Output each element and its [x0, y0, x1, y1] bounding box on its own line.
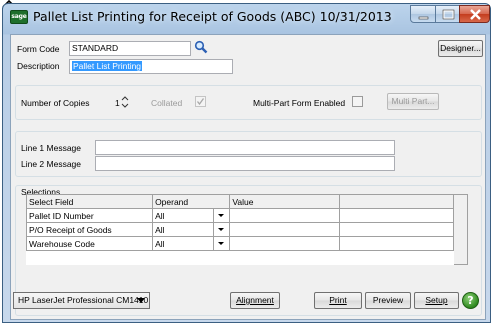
help-icon[interactable]: ?: [462, 292, 479, 309]
multipart-form-checkbox[interactable]: [352, 96, 363, 107]
window-title: Pallet List Printing for Receipt of Good…: [33, 9, 392, 24]
multi-part-button[interactable]: Multi Part...: [387, 93, 439, 110]
printer-select-value: HP LaserJet Professional CM1410 Seri: [18, 295, 149, 305]
empty-cell: [26, 250, 153, 265]
sage-app-icon: sage: [10, 10, 28, 24]
empty-cell: [229, 250, 340, 265]
select-field-cell: Warehouse Code: [25, 236, 154, 251]
designer-button[interactable]: Designer...: [438, 40, 483, 57]
print-button-label: Print: [329, 295, 347, 305]
line2-message-label: Line 2 Message: [21, 159, 82, 169]
copies-spinner-icon[interactable]: [121, 95, 129, 109]
alignment-button-label: Alignment: [236, 295, 274, 305]
close-icon: [470, 9, 481, 20]
operand-dropdown[interactable]: [213, 222, 231, 237]
multipart-form-enabled-label: Multi-Part Form Enabled: [253, 98, 346, 108]
line1-message-label: Line 1 Message: [21, 143, 82, 153]
line1-message-input[interactable]: [95, 140, 395, 155]
minimize-icon: [418, 16, 429, 20]
filler-cell: [339, 208, 454, 223]
filler-cell: [339, 236, 454, 251]
value-cell[interactable]: [229, 236, 341, 251]
table-row[interactable]: Warehouse Code All: [25, 236, 454, 251]
empty-cell: [213, 250, 230, 265]
title-bar[interactable]: sage Pallet List Printing for Receipt of…: [3, 4, 490, 34]
empty-cell: [152, 250, 214, 265]
value-cell[interactable]: [229, 222, 341, 237]
designer-button-label: Designer...: [440, 43, 481, 53]
grid-header-row: Select Field Operand Value: [25, 194, 454, 209]
select-field-cell: Pallet ID Number: [25, 208, 154, 223]
minimize-button[interactable]: [410, 5, 436, 23]
operand-cell[interactable]: All: [152, 236, 215, 251]
form-code-field[interactable]: STANDARD: [69, 41, 191, 56]
operand-dropdown[interactable]: [213, 208, 231, 223]
maximize-icon: [442, 9, 455, 20]
table-row-empty: [26, 250, 454, 265]
table-row[interactable]: Pallet ID Number All: [25, 208, 454, 223]
search-icon[interactable]: [194, 40, 208, 54]
collated-checkbox[interactable]: [195, 96, 206, 107]
preview-button[interactable]: Preview: [365, 292, 411, 309]
chevron-down-icon: [218, 228, 225, 231]
operand-cell[interactable]: All: [152, 208, 215, 223]
select-field-cell: P/O Receipt of Goods: [25, 222, 154, 237]
dialog-client-area: Form Code STANDARD Designer... Descripti…: [10, 34, 486, 320]
chevron-down-icon: [137, 298, 145, 303]
line2-message-input[interactable]: [95, 156, 395, 171]
setup-button[interactable]: Setup: [414, 292, 459, 309]
form-code-label: Form Code: [17, 44, 60, 54]
grid-scrollbar[interactable]: [454, 194, 468, 265]
alignment-button[interactable]: Alignment: [230, 292, 280, 309]
pallet-list-printing-window: sage Pallet List Printing for Receipt of…: [2, 3, 491, 323]
value-cell[interactable]: [229, 208, 341, 223]
description-label: Description: [17, 61, 60, 71]
description-selected-text: Pallet List Printing: [72, 61, 143, 71]
check-icon: [196, 98, 205, 106]
multi-part-button-label: Multi Part...: [391, 96, 435, 106]
number-of-copies-value[interactable]: 1: [115, 98, 120, 108]
printer-select[interactable]: HP LaserJet Professional CM1410 Seri: [13, 292, 150, 309]
maximize-button[interactable]: [435, 5, 460, 23]
selections-grid: Select Field Operand Value Pallet ID Num…: [25, 194, 454, 265]
column-header-select-field[interactable]: Select Field: [25, 194, 154, 209]
close-button[interactable]: [459, 5, 490, 23]
description-field[interactable]: Pallet List Printing: [69, 59, 233, 74]
column-header-operand[interactable]: Operand: [152, 194, 231, 209]
empty-cell: [339, 250, 454, 265]
setup-button-label: Setup: [425, 295, 448, 305]
filler-cell: [339, 222, 454, 237]
operand-cell[interactable]: All: [152, 222, 215, 237]
column-header-value[interactable]: Value: [229, 194, 341, 209]
preview-button-label: Preview: [372, 295, 404, 305]
print-button[interactable]: Print: [314, 292, 362, 309]
table-row[interactable]: P/O Receipt of Goods All: [25, 222, 454, 237]
chevron-down-icon: [218, 214, 225, 217]
collated-label: Collated: [151, 98, 183, 108]
operand-dropdown[interactable]: [213, 236, 231, 251]
column-header-filler: [339, 194, 454, 209]
number-of-copies-label: Number of Copies: [21, 98, 90, 108]
chevron-down-icon: [218, 242, 225, 245]
